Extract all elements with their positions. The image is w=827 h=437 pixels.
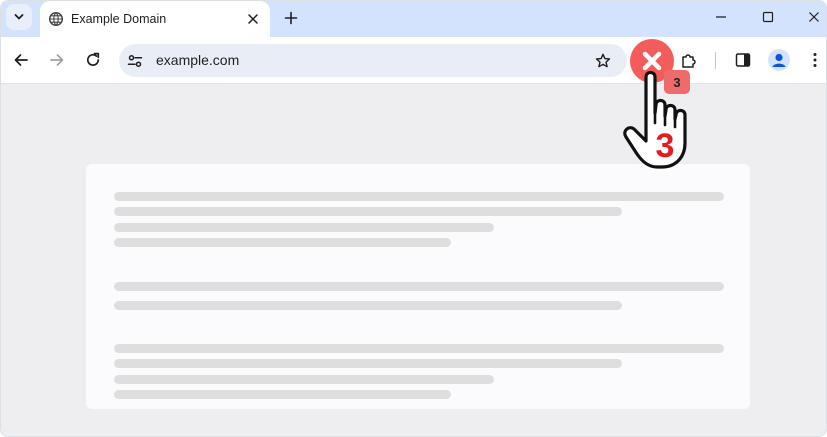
tab-close-button[interactable] [245, 11, 261, 27]
toolbar-divider [715, 52, 716, 69]
address-bar[interactable]: example.com [119, 44, 627, 77]
arrow-left-icon [14, 54, 28, 66]
text-placeholder [114, 390, 451, 399]
page-viewport [1, 84, 826, 436]
text-placeholder [114, 375, 494, 384]
close-icon [809, 12, 819, 22]
url-text[interactable]: example.com [156, 52, 239, 69]
text-placeholder [114, 359, 622, 368]
text-placeholder [114, 301, 622, 310]
reload-button[interactable] [82, 49, 104, 71]
reload-icon [86, 52, 100, 66]
text-placeholder [114, 282, 724, 291]
person-icon [772, 53, 786, 67]
tab-active[interactable]: Example Domain [40, 1, 270, 37]
maximize-button[interactable] [756, 7, 780, 27]
kebab-menu-icon [813, 53, 817, 67]
content-card [86, 164, 750, 409]
globe-icon [48, 11, 64, 27]
text-placeholder [114, 207, 622, 216]
browser-menu-button[interactable] [805, 50, 825, 70]
site-info-button[interactable] [126, 52, 144, 70]
bookmark-button[interactable] [593, 51, 613, 71]
chevron-down-icon [14, 14, 24, 20]
maximize-icon [762, 11, 774, 23]
side-panel-button[interactable] [733, 50, 753, 70]
minimize-button[interactable] [709, 7, 733, 27]
hand-step-number: 3 [656, 127, 675, 165]
text-placeholder [114, 223, 494, 232]
new-tab-button[interactable] [281, 8, 301, 28]
close-icon [248, 14, 258, 24]
arrow-right-icon [50, 54, 64, 66]
star-icon [595, 53, 611, 68]
plus-icon [284, 11, 298, 25]
side-panel-icon [735, 53, 751, 67]
profile-button[interactable] [768, 49, 790, 71]
window-close-button[interactable] [802, 7, 826, 27]
text-placeholder [114, 238, 451, 247]
browser-window: Example Domain example.com 3 3 [0, 0, 827, 437]
minimize-icon [716, 16, 726, 18]
text-placeholder [114, 192, 724, 201]
tab-search-button[interactable] [6, 4, 32, 30]
pointing-hand-icon: 3 [623, 70, 687, 169]
back-button[interactable] [10, 49, 32, 71]
toolbar: example.com [1, 37, 826, 84]
forward-button[interactable] [46, 49, 68, 71]
tune-icon [127, 55, 143, 67]
tab-strip: Example Domain [1, 1, 826, 37]
tab-title: Example Domain [71, 12, 167, 26]
text-placeholder [114, 344, 724, 353]
